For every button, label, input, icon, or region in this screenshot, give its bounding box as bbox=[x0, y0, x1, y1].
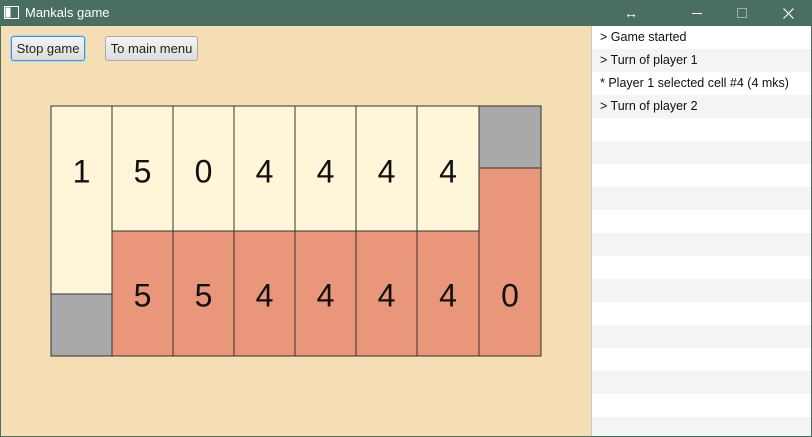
log-entry: > Turn of player 1 bbox=[592, 49, 811, 72]
maximize-icon bbox=[737, 8, 747, 18]
top-pit-1-count: 5 bbox=[134, 153, 152, 189]
close-icon bbox=[782, 7, 794, 19]
log-empty-row bbox=[592, 371, 811, 394]
bottom-pit-6-count: 4 bbox=[439, 277, 457, 313]
minimize-button[interactable] bbox=[675, 0, 719, 26]
log-entry: * Player 1 selected cell #4 (4 mks) bbox=[592, 72, 811, 95]
log-empty-row bbox=[592, 302, 811, 325]
log-empty-row bbox=[592, 394, 811, 417]
game-log[interactable]: > Game started > Turn of player 1 * Play… bbox=[591, 26, 811, 436]
resize-icon[interactable]: ↔ bbox=[618, 0, 644, 26]
window-title: Mankals game bbox=[25, 5, 110, 20]
log-empty-row bbox=[592, 210, 811, 233]
top-pit-6-count: 4 bbox=[439, 153, 457, 189]
log-empty-row bbox=[592, 118, 811, 141]
log-empty-row bbox=[592, 233, 811, 256]
bottom-pit-4-count: 4 bbox=[317, 277, 335, 313]
bottom-pit-2-count: 5 bbox=[195, 277, 213, 313]
log-empty-row bbox=[592, 164, 811, 187]
log-empty-row bbox=[592, 256, 811, 279]
bottom-pit-3-count: 4 bbox=[256, 277, 274, 313]
bottom-pit-1-count: 5 bbox=[134, 277, 152, 313]
bottom-pit-5-count: 4 bbox=[378, 277, 396, 313]
log-empty-row bbox=[592, 417, 811, 436]
player1-store: 1 bbox=[50, 105, 113, 357]
close-button[interactable] bbox=[765, 0, 811, 26]
player2-row: 5 5 4 4 4 4 bbox=[111, 230, 480, 357]
player1-row: 5 0 4 4 4 4 bbox=[111, 105, 480, 232]
log-entry: > Game started bbox=[592, 26, 811, 49]
top-pit-2-count: 0 bbox=[195, 153, 213, 189]
mancala-board: 1 5 0 4 4 4 4 5 5 4 4 4 4 0 bbox=[50, 105, 542, 357]
log-empty-row bbox=[592, 141, 811, 164]
maximize-button[interactable] bbox=[719, 0, 765, 26]
log-empty-row bbox=[592, 325, 811, 348]
log-empty-row bbox=[592, 187, 811, 210]
player2-store-count: 0 bbox=[501, 277, 519, 313]
app-window-icon bbox=[4, 6, 19, 19]
title-bar: Mankals game ↔ bbox=[0, 0, 812, 26]
player2-store: 0 bbox=[478, 105, 542, 357]
log-empty-row bbox=[592, 348, 811, 371]
top-pit-3-count: 4 bbox=[256, 153, 274, 189]
minimize-icon bbox=[692, 13, 702, 14]
player1-store-count: 1 bbox=[73, 153, 91, 189]
game-window: Stop game To main menu 1 5 0 4 4 4 4 5 5… bbox=[1, 26, 811, 436]
top-pit-4-count: 4 bbox=[317, 153, 335, 189]
top-pit-5-count: 4 bbox=[378, 153, 396, 189]
log-empty-row bbox=[592, 279, 811, 302]
log-entry: > Turn of player 2 bbox=[592, 95, 811, 118]
